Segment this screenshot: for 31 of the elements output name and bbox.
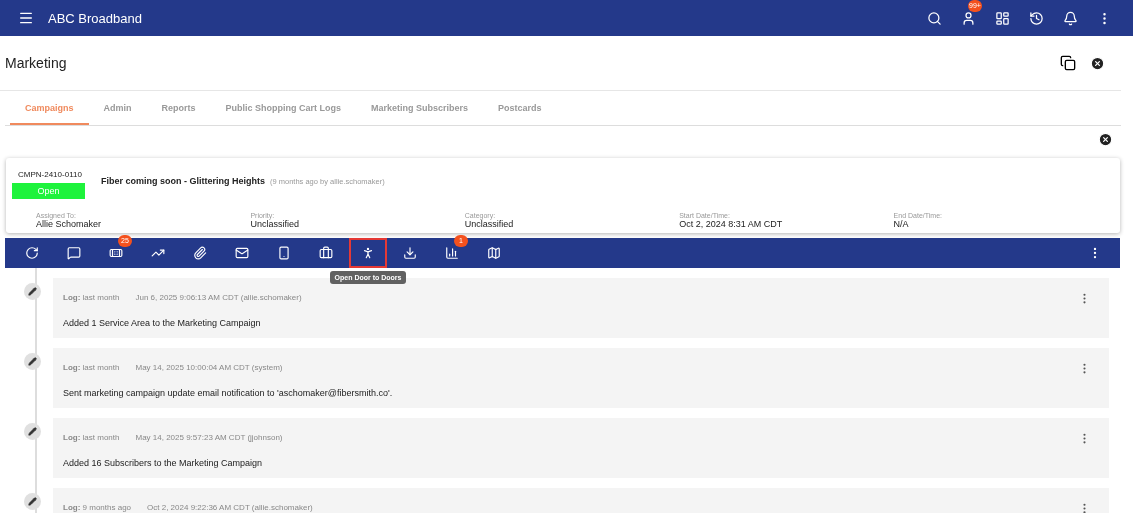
log-message: Added 1 Service Area to the Marketing Campaign	[63, 318, 262, 328]
campaign-id: CMPN-2410-0110	[17, 170, 82, 179]
window-icon[interactable]	[1060, 55, 1076, 71]
tab[interactable]: Admin	[88, 91, 147, 125]
log-message: Added 16 Subscribers to the Marketing Campaign	[63, 458, 264, 468]
field-value: Unclassified	[250, 219, 300, 229]
close-icon[interactable]	[1098, 132, 1113, 147]
tab[interactable]: Campaigns	[10, 91, 89, 125]
campaign-title: Fiber coming soon - Glittering Heights	[101, 176, 265, 186]
status-label: Open	[12, 183, 85, 199]
log-when: Log: 9 months ago	[63, 503, 132, 512]
tab[interactable]: Marketing Subscribers	[356, 91, 484, 125]
field-value: N/A	[893, 219, 910, 229]
log-timestamp: May 14, 2025 9:57:23 AM CDT (jjohnson)	[135, 433, 283, 442]
field-value: Oct 2, 2024 8:31 AM CDT	[679, 219, 784, 229]
tab[interactable]: Reports	[146, 91, 211, 125]
app-title: ABC Broadband	[48, 10, 143, 26]
log-message: Sent marketing campaign update email notification to 'aschomaker@fibersmith.co'.	[63, 388, 394, 398]
field-value: Unclassified	[464, 219, 515, 229]
log-when: Log: last month	[63, 293, 120, 302]
tab[interactable]: Postcards	[483, 91, 557, 125]
log-when: Log: last month	[63, 363, 120, 372]
field-value: Allie Schomaker	[36, 219, 103, 229]
log-when: Log: last month	[63, 433, 120, 442]
log-timestamp: May 14, 2025 10:00:04 AM CDT (system)	[135, 363, 283, 372]
menu-icon[interactable]	[18, 10, 34, 26]
tab[interactable]: Public Shopping Cart Logs	[210, 91, 357, 125]
log-timestamp: Jun 6, 2025 9:06:13 AM CDT (allie.schomaker)	[135, 293, 302, 302]
close-icon[interactable]	[1090, 55, 1105, 71]
page-title: Marketing	[5, 55, 68, 71]
log-timestamp: Oct 2, 2024 9:22:36 AM CDT (allie.schomaker)	[147, 503, 313, 512]
